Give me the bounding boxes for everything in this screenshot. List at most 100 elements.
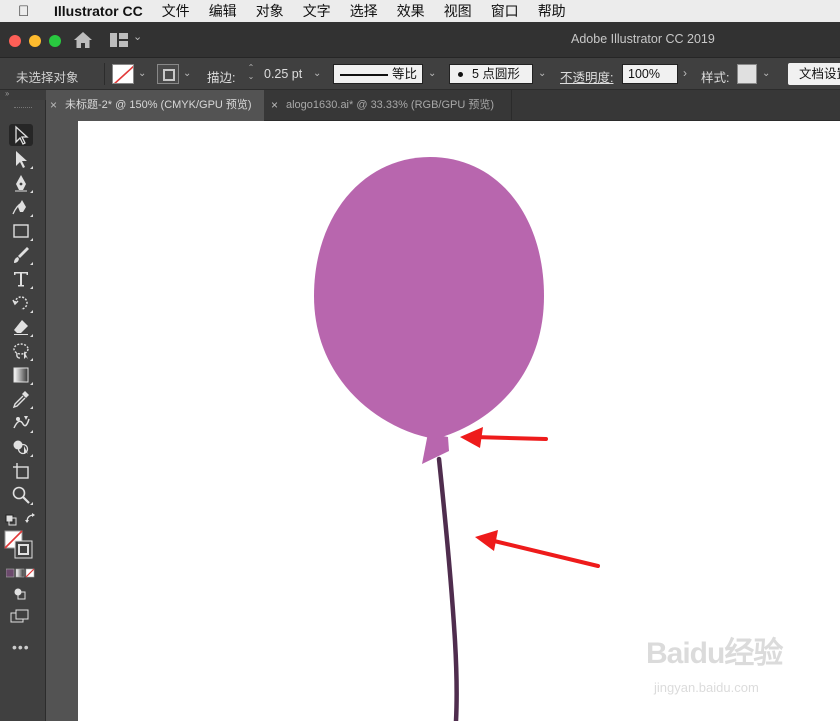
corner-triangle [30,502,33,505]
corner-triangle [30,430,33,433]
tab-alogo1630[interactable]: × alogo1630.ai* @ 33.33% (RGB/GPU 预览) [268,90,512,121]
corner-triangle [30,358,33,361]
stroke-stepper[interactable]: ⌃ ⌄ [244,63,258,85]
menu-window[interactable]: 窗口 [491,1,519,21]
menu-app[interactable]: Illustrator CC [54,3,143,19]
eraser-tool[interactable] [9,316,33,338]
menu-view[interactable]: 视图 [444,1,472,21]
stroke-swatch[interactable] [157,64,179,84]
menu-type[interactable]: 文字 [303,1,331,21]
default-fill-stroke-icon[interactable] [5,514,17,526]
zoom-icon [12,486,30,504]
menu-effect[interactable]: 效果 [397,1,425,21]
chevron-down-icon[interactable]: ⌄ [313,68,321,79]
chevron-down-icon[interactable]: ⌄ [138,68,146,79]
selection-arrow-icon [15,125,29,145]
type-tool[interactable] [9,268,33,290]
shape-builder-tool[interactable] [9,436,33,458]
opacity-label[interactable]: 不透明度: [560,67,613,86]
balloon-string[interactable] [436,456,459,721]
brush-definition-dropdown[interactable]: 5 点圆形 [449,64,533,84]
menu-select[interactable]: 选择 [350,1,378,21]
variable-width-profile-dropdown[interactable]: 等比 [333,64,423,84]
zoom-tool[interactable] [9,484,33,506]
menu-help[interactable]: 帮助 [538,1,566,21]
eyedropper-tool[interactable] [9,388,33,410]
divider [104,63,105,85]
menu-object[interactable]: 对象 [256,1,284,21]
document-setup-button[interactable]: 文档设置 [788,63,840,85]
pen-icon [15,175,27,192]
minimize-window-button[interactable] [29,35,41,47]
watermark-url: jingyan.baidu.com [654,680,759,695]
menu-file[interactable]: 文件 [162,1,190,21]
fill-stroke-indicator[interactable] [4,530,34,560]
rotate-tool[interactable] [9,292,33,314]
artboard-tool[interactable] [9,460,33,482]
paintbrush-icon [14,247,29,263]
swap-fill-stroke-icon[interactable] [25,513,37,525]
annotation-arrow-string [475,530,600,568]
chevron-down-icon[interactable]: ⌄ [428,68,436,79]
corner-triangle [30,406,33,409]
drawing-mode-icon[interactable] [13,587,27,601]
stroke-line-preview [340,74,388,76]
chevron-down-icon[interactable]: ⌄ [133,30,142,43]
corner-triangle [30,382,33,385]
gradient-tool[interactable] [9,364,33,386]
artboard-icon [13,463,29,479]
close-window-button[interactable] [9,35,21,47]
more-tools-icon[interactable]: ••• [12,639,30,655]
corner-triangle [30,310,33,313]
workspace-layout-icon[interactable] [110,33,128,47]
menu-bar:  Illustrator CC 文件 编辑 对象 文字 选择 效果 视图 窗口… [0,0,840,22]
apple-icon[interactable]:  [18,3,38,20]
tab-untitled-2[interactable]: × 未标题-2* @ 150% (CMYK/GPU 预览) [46,90,264,121]
balloon-shape[interactable] [314,157,544,439]
chevron-down-icon[interactable]: ⌄ [762,68,770,79]
stroke-label: 描边: [207,71,236,85]
panel-collapse[interactable]: ›› [0,89,46,100]
puppet-warp-tool[interactable] [9,412,33,434]
fill-swatch[interactable] [112,64,134,84]
toolbar-grip[interactable] [14,107,32,109]
paintbrush-tool[interactable] [9,244,33,266]
color-mode-icons[interactable] [6,568,36,578]
control-bar: 未选择对象 ⌄ ⌄ 描边: ⌃ ⌄ 0.25 pt ⌄ 等比 ⌄ 5 点圆形 ⌄ … [0,58,840,90]
lasso-tool[interactable] [9,340,33,362]
rectangle-tool[interactable] [9,220,33,242]
annotation-arrow-knot [460,427,548,448]
close-icon[interactable]: × [271,90,283,121]
rectangle-icon [13,224,29,238]
curvature-tool[interactable] [9,196,33,218]
menu-edit[interactable]: 编辑 [209,1,237,21]
brush-label: 5 点圆形 [472,67,520,81]
stroke-weight-value[interactable]: 0.25 pt [264,67,302,81]
double-chevron-icon: ›› [5,89,9,98]
corner-triangle [30,238,33,241]
opacity-input[interactable]: 100% [622,64,678,84]
profile-label: 等比 [392,67,418,81]
zoom-window-button[interactable] [49,35,61,47]
home-icon[interactable] [73,31,93,49]
close-icon[interactable]: × [50,90,62,121]
tab-label: 未标题-2* @ 150% (CMYK/GPU 预览) [65,99,252,111]
document-tab-bar: × 未标题-2* @ 150% (CMYK/GPU 预览) × alogo163… [46,90,840,121]
chevron-down-icon[interactable]: ⌄ [538,68,546,79]
selection-tool[interactable] [9,124,33,146]
eyedropper-icon [12,391,29,409]
corner-triangle [30,334,33,337]
chevron-right-icon[interactable]: › [683,66,687,80]
screen-mode-icon[interactable] [10,609,30,623]
tab-label: alogo1630.ai* @ 33.33% (RGB/GPU 预览) [286,99,495,111]
watermark-brand: Baidu经验 [646,637,783,670]
graphic-style-swatch[interactable] [737,64,757,84]
window-title: Adobe Illustrator CC 2019 [571,32,715,46]
corner-triangle [30,214,33,217]
chevron-down-icon[interactable]: ⌄ [183,68,191,79]
corner-triangle [30,166,33,169]
curvature-icon [12,200,26,215]
direct-selection-tool[interactable] [9,148,33,170]
pen-tool[interactable] [9,172,33,194]
gradient-icon [13,367,29,383]
